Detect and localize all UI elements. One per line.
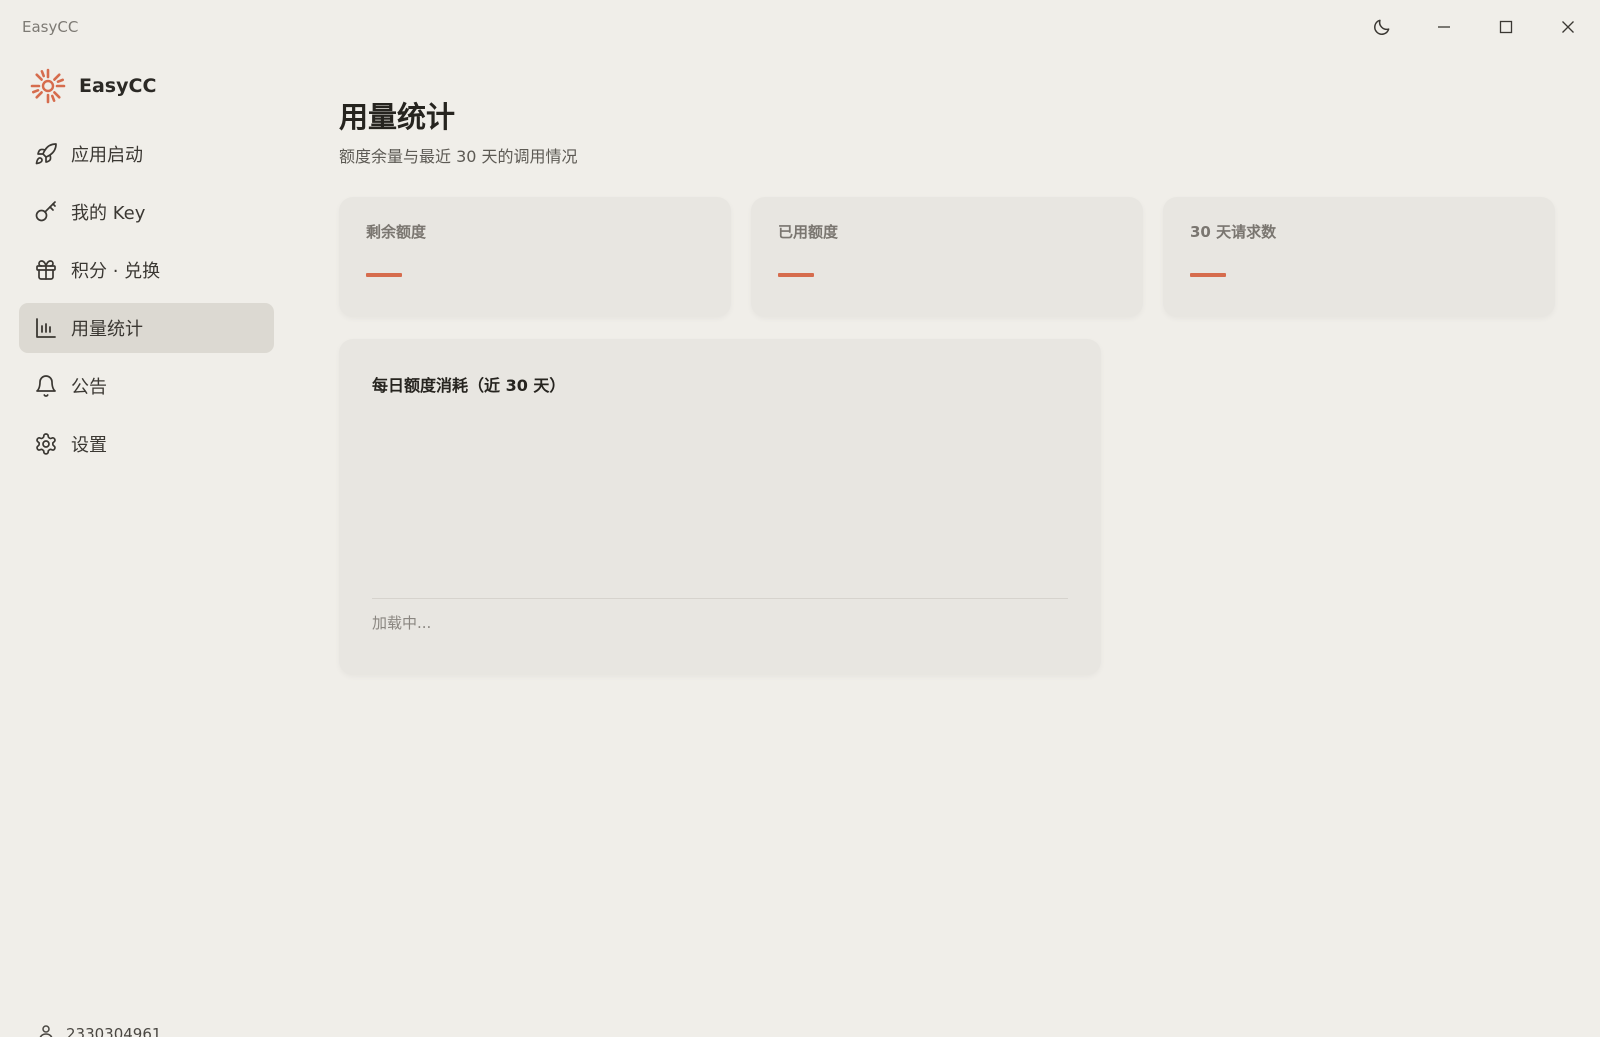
sidebar-item-label: 应用启动 — [71, 145, 143, 166]
bar-chart-icon — [33, 315, 59, 341]
sidebar: EasyCC 应用启动 我的 Key 积分 · 兑换 用量统计 公告 设置 23… — [0, 54, 290, 1037]
sidebar-nav: 应用启动 我的 Key 积分 · 兑换 用量统计 公告 设置 — [19, 129, 274, 477]
chart-title: 每日额度消耗（近 30 天） — [372, 376, 566, 395]
sidebar-item-label: 公告 — [71, 377, 107, 398]
stat-label: 30 天请求数 — [1190, 223, 1277, 241]
stat-value-placeholder — [778, 273, 814, 277]
stat-card-requests: 30 天请求数 — [1163, 197, 1555, 317]
stat-label: 已用额度 — [778, 223, 839, 241]
gift-icon — [33, 257, 59, 283]
gear-icon — [33, 431, 59, 457]
stat-card-remaining: 剩余额度 — [339, 197, 731, 317]
user-info[interactable]: 2330304961 — [38, 1024, 161, 1037]
sunburst-logo-icon — [30, 68, 66, 104]
sidebar-item-label: 设置 — [71, 435, 107, 456]
close-button[interactable] — [1548, 10, 1588, 44]
chart-plot-area — [372, 409, 1068, 599]
minimize-button[interactable] — [1424, 10, 1464, 44]
brand-name: EasyCC — [79, 75, 157, 97]
maximize-icon — [1498, 19, 1514, 35]
key-icon — [33, 199, 59, 225]
sidebar-item-label: 用量统计 — [71, 319, 143, 340]
sidebar-item-settings[interactable]: 设置 — [19, 419, 274, 469]
title-bar: EasyCC — [0, 0, 1600, 54]
moon-icon — [1372, 17, 1392, 37]
sidebar-item-usage[interactable]: 用量统计 — [19, 303, 274, 353]
stat-value-placeholder — [1190, 273, 1226, 277]
sidebar-item-launch[interactable]: 应用启动 — [19, 129, 274, 179]
page-subtitle: 额度余量与最近 30 天的调用情况 — [339, 147, 578, 166]
maximize-button[interactable] — [1486, 10, 1526, 44]
sidebar-item-points[interactable]: 积分 · 兑换 — [19, 245, 274, 295]
user-icon — [38, 1024, 54, 1037]
bell-icon — [33, 373, 59, 399]
rocket-icon — [33, 141, 59, 167]
sidebar-item-label: 我的 Key — [71, 203, 146, 224]
daily-usage-chart-card: 每日额度消耗（近 30 天） 加载中... — [339, 339, 1101, 675]
window-title: EasyCC — [22, 18, 79, 36]
stat-card-used: 已用额度 — [751, 197, 1143, 317]
stat-value-placeholder — [366, 273, 402, 277]
theme-toggle-button[interactable] — [1362, 10, 1402, 44]
page-title: 用量统计 — [339, 100, 456, 134]
close-icon — [1560, 19, 1576, 35]
sidebar-item-my-key[interactable]: 我的 Key — [19, 187, 274, 237]
loading-status: 加载中... — [372, 614, 432, 632]
sidebar-item-label: 积分 · 兑换 — [71, 261, 161, 282]
brand: EasyCC — [30, 68, 156, 104]
user-id: 2330304961 — [66, 1025, 162, 1037]
stat-label: 剩余额度 — [366, 223, 427, 241]
sidebar-item-announcements[interactable]: 公告 — [19, 361, 274, 411]
minimize-icon — [1436, 19, 1452, 35]
chart-x-axis — [372, 598, 1068, 599]
